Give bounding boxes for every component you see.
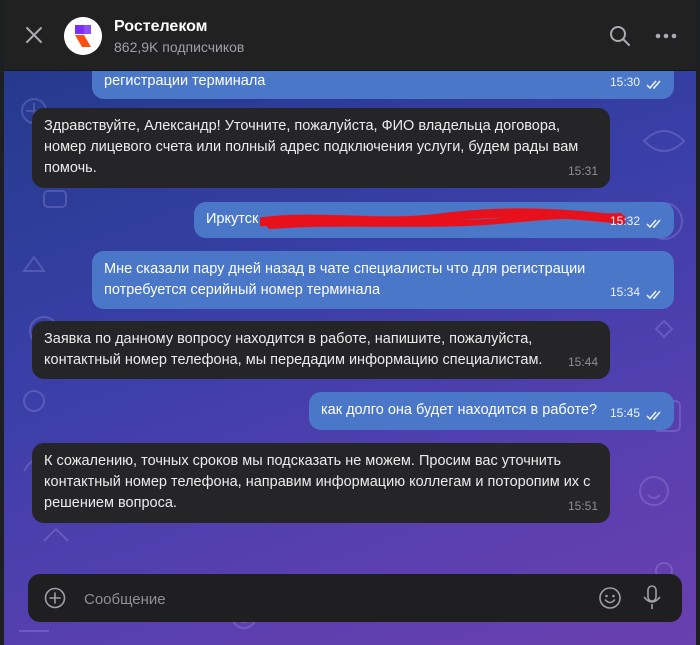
message-time: 15:31: [567, 164, 598, 178]
double-check-icon: [646, 290, 661, 300]
emoji-button[interactable]: [598, 586, 622, 610]
close-icon: [26, 27, 42, 43]
message-text: К сожалению, точных сроков мы подсказать…: [44, 453, 591, 511]
chat-header: Ростелеком 862,9K подписчиков: [4, 0, 696, 71]
more-menu-button[interactable]: [654, 28, 678, 44]
message-bubble-outgoing[interactable]: Иркутск 15:32: [194, 202, 674, 238]
message-list[interactable]: регистрации терминала 15:30 Здравствуйте…: [4, 71, 696, 645]
search-icon: [610, 26, 630, 46]
message-time: 15:32: [609, 214, 640, 228]
subscriber-count: 862,9K подписчиков: [114, 39, 245, 55]
microphone-icon: [643, 585, 661, 609]
double-check-icon: [646, 411, 661, 421]
channel-avatar[interactable]: [64, 17, 102, 55]
more-horizontal-icon: [655, 33, 677, 39]
message-time: 15:45: [609, 406, 640, 420]
emoji-icon: [599, 587, 621, 609]
message-text: Мне сказали пару дней назад в чате специ…: [104, 261, 586, 298]
message-time: 15:44: [567, 355, 598, 369]
message-text: Здравствуйте, Александр! Уточните, пожал…: [44, 118, 579, 176]
redaction-scribble: [260, 208, 625, 229]
close-button[interactable]: [22, 23, 46, 47]
message-text: Иркутск: [206, 211, 259, 227]
message-bubble-outgoing[interactable]: регистрации терминала 15:30: [92, 71, 674, 99]
message-time: 15:51: [567, 499, 598, 513]
voice-message-button[interactable]: [642, 585, 662, 611]
search-button[interactable]: [609, 25, 631, 47]
message-bubble-outgoing[interactable]: Мне сказали пару дней назад в чате специ…: [92, 251, 674, 309]
message-composer: [28, 574, 682, 622]
message-bubble-incoming[interactable]: Заявка по данному вопросу находится в ра…: [32, 321, 610, 379]
message-time: 15:30: [609, 75, 640, 89]
message-text: как долго она будет находится в работе?: [321, 402, 598, 418]
channel-title[interactable]: Ростелеком: [114, 18, 208, 36]
chat-window: Ростелеком 862,9K подписчиков регистраци…: [4, 0, 696, 645]
double-check-icon: [646, 219, 661, 229]
attach-button[interactable]: [44, 587, 66, 609]
message-input[interactable]: [82, 584, 586, 614]
message-time: 15:34: [609, 285, 640, 299]
message-bubble-incoming[interactable]: К сожалению, точных сроков мы подсказать…: [32, 443, 610, 523]
rostelecom-logo-icon: [64, 17, 102, 55]
double-check-icon: [646, 80, 661, 90]
message-bubble-outgoing[interactable]: как долго она будет находится в работе? …: [309, 392, 674, 430]
message-text: регистрации терминала: [104, 73, 266, 89]
add-circle-icon: [44, 587, 66, 609]
message-bubble-incoming[interactable]: Здравствуйте, Александр! Уточните, пожал…: [32, 108, 610, 188]
message-text: Заявка по данному вопросу находится в ра…: [44, 331, 543, 368]
